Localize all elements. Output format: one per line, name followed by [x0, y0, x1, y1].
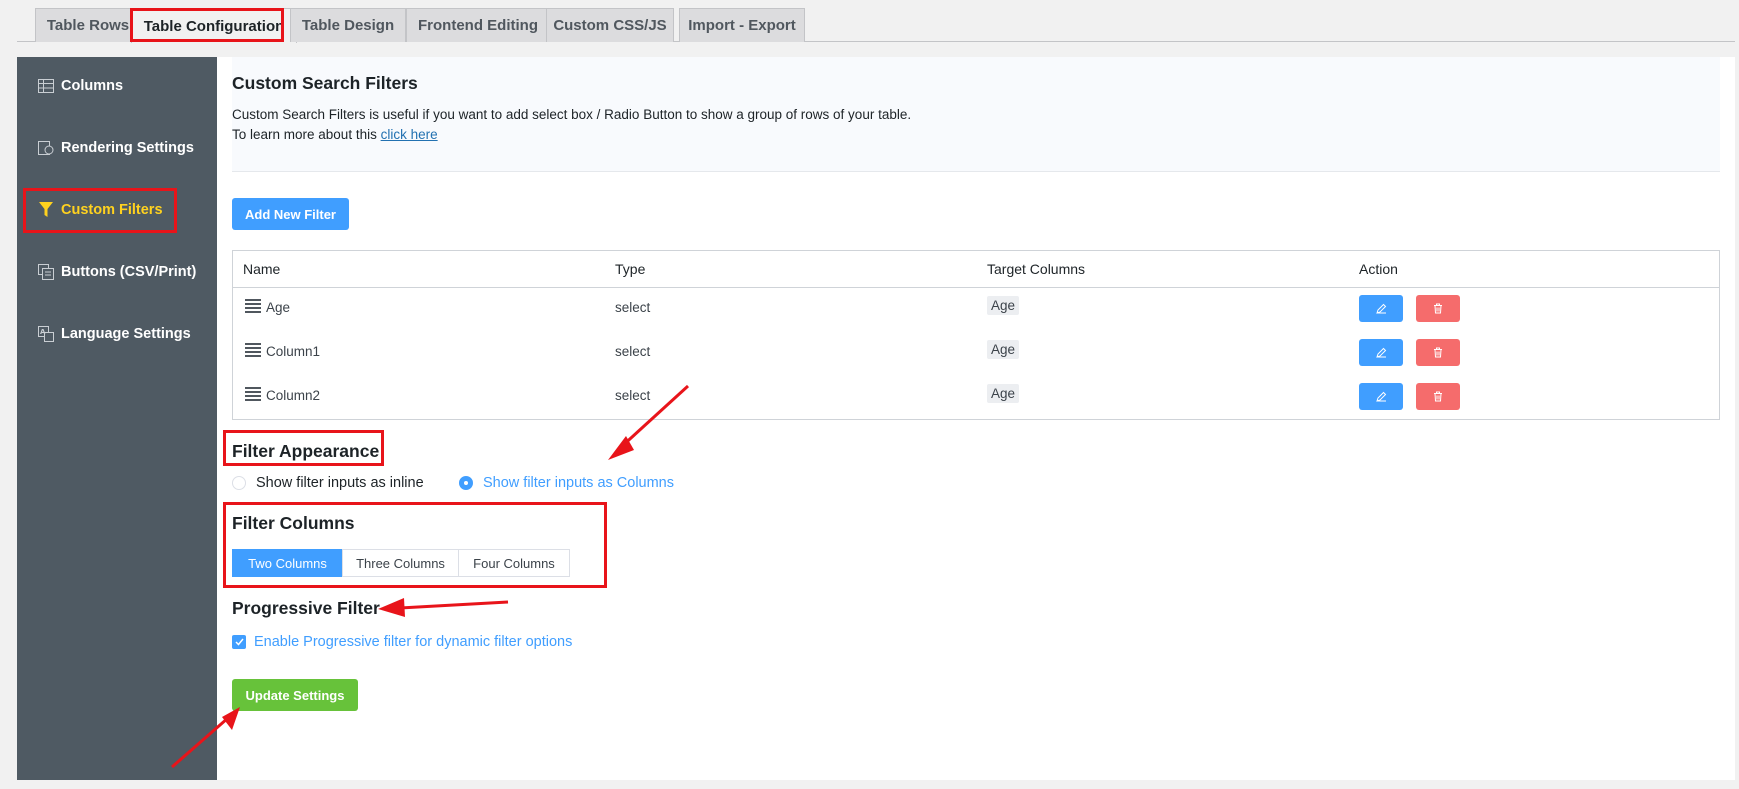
sidebar-item-label: Rendering Settings: [61, 140, 194, 156]
target-column-tag: Age: [987, 296, 1020, 315]
tab-bar: Table Rows Table Configuration Table Des…: [17, 8, 1735, 43]
filter-name: Age: [266, 300, 291, 315]
sidebar-item-label: Buttons (CSV/Print): [61, 264, 197, 280]
filter-type: select: [615, 300, 651, 315]
drag-handle-icon[interactable]: [245, 387, 261, 401]
edit-filter-button[interactable]: [1359, 339, 1403, 366]
radio-inline[interactable]: Show filter inputs as inline: [232, 475, 424, 491]
sidebar-item-buttons-csv-print[interactable]: Buttons (CSV/Print): [37, 257, 196, 287]
table-header: Name Type Target Columns Action: [233, 251, 1719, 288]
four-columns-option[interactable]: Four Columns: [458, 549, 570, 577]
learn-more-text: To learn more about this: [232, 127, 377, 142]
column-header-target-columns: Target Columns: [987, 261, 1086, 277]
info-learn-more: To learn more about this click here: [232, 127, 438, 142]
checkmark-icon: [234, 638, 244, 646]
trash-icon: [1434, 303, 1442, 314]
pencil-icon: [1375, 391, 1386, 402]
table-row: Age select Age: [233, 288, 1719, 332]
filter-columns-selector: Two Columns Three Columns Four Columns: [232, 549, 570, 577]
sidebar-item-custom-filters[interactable]: Custom Filters: [37, 195, 163, 225]
pencil-icon: [1375, 303, 1386, 314]
tab-import-export[interactable]: Import - Export: [679, 8, 805, 42]
sidebar-item-rendering-settings[interactable]: Rendering Settings: [37, 133, 194, 163]
tab-custom-css-js[interactable]: Custom CSS/JS: [546, 8, 674, 42]
trash-icon: [1434, 347, 1442, 358]
drag-handle-icon[interactable]: [245, 299, 261, 313]
table-row: Column1 select Age: [233, 332, 1719, 376]
rendering-icon: [37, 139, 55, 157]
progressive-filter-checkbox[interactable]: Enable Progressive filter for dynamic fi…: [232, 634, 572, 650]
filter-type: select: [615, 388, 651, 403]
page-title: Custom Search Filters: [232, 73, 418, 93]
svg-text:A: A: [40, 328, 46, 336]
update-settings-button[interactable]: Update Settings: [232, 679, 358, 711]
delete-filter-button[interactable]: [1416, 383, 1460, 410]
three-columns-option[interactable]: Three Columns: [342, 549, 459, 577]
delete-filter-button[interactable]: [1416, 339, 1460, 366]
trash-icon: [1434, 391, 1442, 402]
click-here-link[interactable]: click here: [381, 127, 438, 142]
filter-columns-title: Filter Columns: [232, 513, 355, 533]
filter-name: Column1: [266, 344, 321, 359]
target-column-tag: Age: [987, 340, 1020, 359]
delete-filter-button[interactable]: [1416, 295, 1460, 322]
checkbox-label: Enable Progressive filter for dynamic fi…: [254, 634, 573, 650]
edit-filter-button[interactable]: [1359, 295, 1403, 322]
filter-name: Column2: [266, 388, 321, 403]
tab-table-rows[interactable]: Table Rows: [35, 8, 141, 42]
drag-handle-icon[interactable]: [245, 343, 261, 357]
radio-label: Show filter inputs as Columns: [483, 475, 674, 491]
tab-frontend-editing[interactable]: Frontend Editing: [406, 8, 550, 42]
language-icon: A: [37, 325, 55, 343]
radio-label: Show filter inputs as inline: [256, 475, 424, 491]
info-description: Custom Search Filters is useful if you w…: [232, 107, 912, 122]
info-box: Custom Search Filters Custom Search Filt…: [232, 57, 1720, 172]
sidebar-item-label: Columns: [61, 78, 124, 94]
column-header-name: Name: [243, 261, 281, 277]
column-header-action: Action: [1359, 261, 1398, 277]
radio-circle: [459, 476, 473, 490]
sidebar-item-columns[interactable]: Columns: [37, 71, 123, 101]
filter-appearance-title: Filter Appearance: [232, 441, 380, 461]
two-columns-option[interactable]: Two Columns: [232, 549, 343, 577]
checkbox-box: [232, 635, 246, 649]
filter-icon: [37, 201, 55, 219]
edit-filter-button[interactable]: [1359, 383, 1403, 410]
filters-table: Name Type Target Columns Action Age sele…: [232, 250, 1720, 420]
target-column-tag: Age: [987, 384, 1020, 403]
add-new-filter-button[interactable]: Add New Filter: [232, 198, 349, 230]
sidebar-item-label: Custom Filters: [61, 202, 163, 218]
table-icon: [37, 77, 55, 95]
buttons-icon: [37, 263, 55, 281]
main-panel: Custom Search Filters Custom Search Filt…: [217, 57, 1735, 780]
filter-type: select: [615, 344, 651, 359]
progressive-filter-title: Progressive Filter: [232, 598, 380, 618]
sidebar-item-label: Language Settings: [61, 326, 191, 342]
radio-columns[interactable]: Show filter inputs as Columns: [459, 475, 674, 491]
tab-table-design[interactable]: Table Design: [290, 8, 406, 42]
tab-table-configuration[interactable]: Table Configuration: [131, 8, 297, 43]
column-header-type: Type: [615, 261, 646, 277]
table-row: Column2 select Age: [233, 376, 1719, 420]
radio-circle: [232, 476, 246, 490]
pencil-icon: [1375, 347, 1386, 358]
sidebar-item-language-settings[interactable]: A Language Settings: [37, 319, 191, 349]
settings-sidebar: Columns Rendering Settings Custom Filter…: [17, 57, 217, 780]
